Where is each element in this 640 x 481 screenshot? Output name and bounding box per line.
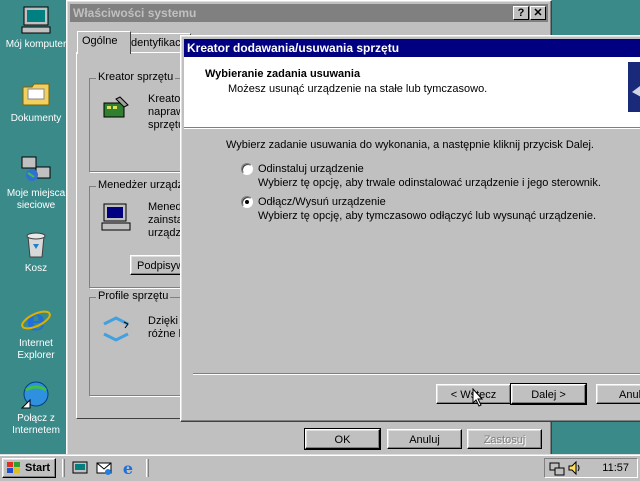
wizard-titlebar[interactable]: Kreator dodawania/usuwania sprzętu	[184, 39, 640, 57]
close-icon: ✕	[533, 7, 543, 19]
svg-text:e: e	[123, 460, 133, 476]
group-text-line: Mened	[148, 201, 182, 213]
recycle-bin-icon	[20, 228, 52, 260]
network-tray-icon[interactable]	[549, 460, 565, 476]
desktop-icon-label: Moje miejsca sieciowe	[6, 188, 66, 211]
hardware-wizard-window: Kreator dodawania/usuwania sprzętu Wybie…	[180, 35, 640, 422]
taskbar: Start e 11:57	[0, 454, 640, 481]
group-title: Profile sprzętu	[96, 290, 171, 302]
desktop-icon-label: Kosz	[24, 263, 48, 274]
window-title: Właściwości systemu	[73, 6, 197, 20]
tab-general[interactable]: Ogólne	[77, 31, 131, 54]
system-properties-titlebar[interactable]: Właściwości systemu ? ✕	[70, 4, 548, 22]
group-text-line: Dzięki	[148, 315, 178, 327]
window-title: Kreator dodawania/usuwania sprzętu	[187, 41, 400, 55]
clock[interactable]: 11:57	[602, 462, 629, 474]
button-label: Zastosuj	[483, 434, 526, 446]
option-unplug-radio[interactable]	[241, 196, 253, 208]
outlook-express-icon[interactable]	[96, 460, 112, 476]
group-text-line: różne k	[148, 328, 185, 340]
help-button[interactable]: ?	[513, 6, 529, 20]
hardware-profiles-icon	[100, 312, 132, 344]
show-desktop-icon[interactable]	[72, 460, 88, 476]
tab-label: Ogólne	[82, 35, 118, 47]
desktop-icon-label: Dokumenty	[10, 113, 62, 124]
group-title: Kreator sprzętu	[96, 71, 176, 83]
start-label: Start	[25, 462, 51, 474]
button-label: OK	[334, 434, 351, 446]
wizard-header-separator	[184, 128, 640, 129]
ok-button[interactable]: OK	[304, 428, 381, 450]
svg-text:e: e	[26, 303, 45, 335]
group-text-line: urządz	[148, 227, 182, 239]
button-label: Podpisyw	[137, 260, 185, 272]
wizard-cancel-button[interactable]: Anul	[596, 384, 640, 404]
desktop-icon-label: Połącz z Internetem	[12, 413, 60, 436]
desktop-icon-network[interactable]: Moje miejsca sieciowe	[0, 153, 72, 212]
network-icon	[20, 153, 52, 185]
quick-launch-grip[interactable]	[62, 459, 65, 477]
button-label: Dalej >	[531, 389, 566, 401]
system-tray: 11:57	[544, 458, 638, 478]
desktop-icon-internet-explorer[interactable]: e Internet Explorer	[0, 303, 72, 362]
desktop-icon-connect-internet[interactable]: Połącz z Internetem	[0, 378, 72, 437]
computer-icon	[20, 4, 52, 36]
cancel-button[interactable]: Anuluj	[387, 429, 462, 449]
mouse-cursor-icon	[472, 387, 484, 408]
close-button[interactable]: ✕	[530, 6, 546, 20]
group-title: Menedżer urządze	[96, 179, 192, 191]
next-button[interactable]: Dalej >	[510, 383, 587, 405]
volume-icon[interactable]	[567, 460, 583, 476]
wizard-heading: Wybieranie zadania usuwania	[205, 68, 361, 80]
option-uninstall-label[interactable]: Odinstaluj urządzenie	[258, 163, 364, 176]
desktop-icon-label: Mój komputer	[5, 39, 67, 50]
button-label: Anuluj	[409, 434, 440, 446]
desktop-icon-label: Internet Explorer	[17, 338, 55, 361]
radio-selected-dot	[245, 200, 249, 204]
desktop-icon-my-computer[interactable]: Mój komputer	[0, 4, 72, 51]
button-label: Anul	[619, 389, 640, 401]
folder-icon	[20, 78, 52, 110]
wizard-header: Wybieranie zadania usuwania Możesz usuną…	[184, 57, 640, 128]
windows-logo-icon	[7, 462, 21, 474]
desktop-icon-documents[interactable]: Dokumenty	[0, 78, 72, 125]
wizard-header-icon	[628, 62, 640, 112]
group-text-line: sprzętu	[148, 119, 185, 131]
option-uninstall-description: Wybierz tę opcję, aby trwale odinstalowa…	[258, 177, 601, 189]
tab-label: Identyfikac	[128, 37, 181, 49]
group-text-line: Kreator	[148, 93, 185, 105]
option-uninstall-radio[interactable]	[241, 163, 253, 175]
apply-button[interactable]: Zastosuj	[467, 429, 542, 449]
connect-internet-icon	[20, 378, 52, 410]
start-button[interactable]: Start	[2, 458, 56, 478]
taskbar-grip[interactable]	[146, 459, 149, 477]
hardware-wizard-icon	[100, 93, 132, 125]
wizard-instruction: Wybierz zadanie usuwania do wykonania, a…	[226, 139, 594, 151]
device-manager-icon	[100, 201, 132, 233]
wizard-footer-separator	[193, 373, 640, 375]
option-unplug-description: Wybierz tę opcję, aby tymczasowo odłączy…	[258, 210, 596, 222]
internet-explorer-quick-icon[interactable]: e	[120, 459, 136, 478]
option-unplug-label[interactable]: Odłącz/Wysuń urządzenie	[258, 196, 386, 209]
internet-explorer-icon: e	[20, 303, 52, 338]
group-text-line: zainsta	[148, 214, 183, 226]
wizard-subheading: Możesz usunąć urządzenie na stałe lub ty…	[228, 83, 488, 95]
desktop-icon-recycle-bin[interactable]: Kosz	[0, 228, 72, 275]
